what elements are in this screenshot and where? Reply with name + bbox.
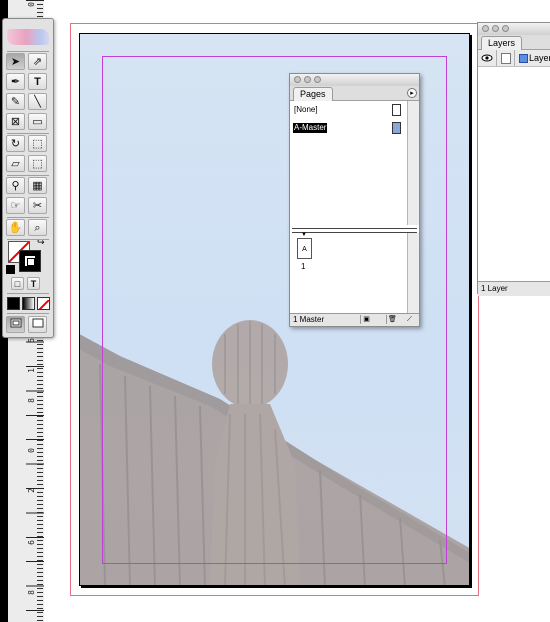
tab-layers[interactable]: Layers: [481, 36, 523, 50]
close-icon[interactable]: [294, 76, 301, 83]
layers-tab-row: Layers: [478, 35, 550, 50]
pages-section: ▼ A 1: [290, 232, 407, 313]
none-master-thumbnail[interactable]: [392, 104, 401, 116]
panel-menu-icon[interactable]: ▸: [407, 88, 417, 98]
ruler-label: 1: [27, 368, 36, 373]
selection-tool-icon[interactable]: ➤: [6, 53, 25, 70]
preview-glyph: [32, 318, 43, 328]
none-master-label[interactable]: [None]: [294, 105, 318, 115]
pages-panel-footer: 1 Master ▣ 🗑 ⟋: [290, 313, 419, 326]
zoom-tool-icon[interactable]: ⌕: [28, 219, 47, 236]
ruler-label: 8: [27, 398, 36, 403]
normal-view-mode-icon[interactable]: [6, 316, 25, 333]
ruler-label: 2: [27, 488, 36, 493]
pen-tool-icon[interactable]: ✒: [6, 73, 25, 90]
scale-tool-icon[interactable]: ⬚: [28, 135, 47, 152]
free-transform-tool-icon[interactable]: ⬚: [28, 155, 47, 172]
minimize-icon[interactable]: [492, 25, 499, 32]
hand-tool-icon[interactable]: ✋: [6, 219, 25, 236]
layers-panel[interactable]: Layers Layer 1 Layer: [477, 22, 550, 296]
layer-color-swatch: [519, 54, 528, 63]
ruler-label: 6: [27, 338, 36, 343]
formatting-container-icon[interactable]: □: [11, 277, 24, 290]
type-tool-icon[interactable]: T: [28, 73, 47, 90]
eyedropper-tool-icon[interactable]: ⚲: [6, 177, 25, 194]
ruler-label: 0: [27, 2, 36, 7]
default-fill-stroke-icon[interactable]: [6, 265, 15, 274]
normal-view-glyph: [10, 318, 21, 328]
ruler-label: 8: [27, 590, 36, 595]
rectangle-tool-icon[interactable]: ▭: [28, 113, 47, 130]
apply-color-button[interactable]: [7, 297, 20, 310]
a-master-label[interactable]: A-Master: [293, 123, 328, 133]
button-tool-icon[interactable]: ☞: [6, 197, 25, 214]
layer-name[interactable]: Layer: [529, 50, 550, 66]
gradient-tool-icon[interactable]: ▦: [28, 177, 47, 194]
tools-separator: [7, 313, 49, 314]
tools-separator: [7, 133, 49, 134]
pencil-tool-icon[interactable]: ✎: [6, 93, 25, 110]
stroke-inner: [24, 255, 36, 267]
lock-toggle[interactable]: [496, 50, 515, 66]
close-icon[interactable]: [482, 25, 489, 32]
pages-tab-row: Pages ▸: [290, 86, 419, 101]
a-master-thumbnail[interactable]: [392, 122, 401, 134]
none-slash-icon: [38, 299, 49, 309]
tools-separator: [7, 293, 49, 294]
page-thumbnail[interactable]: A: [297, 238, 312, 259]
tools-palette[interactable]: ➤ ⇗ ✒ T ✎ ╲ ⊠ ▭ ↻ ⬚ ▱ ⬚ ⚲ ▦ ☞ ✂ ✋ ⌕ ↪ □ …: [2, 18, 54, 338]
delete-page-icon[interactable]: 🗑: [386, 315, 398, 324]
masters-scrollbar[interactable]: [407, 101, 419, 225]
masters-section: [None] A-Master: [290, 101, 407, 225]
indesign-logo: [7, 29, 49, 45]
zoom-icon[interactable]: [314, 76, 321, 83]
scissors-tool-icon[interactable]: ✂: [28, 197, 47, 214]
tools-separator: [7, 175, 49, 176]
ruler-label: 6: [27, 540, 36, 545]
tools-separator: [7, 51, 49, 52]
layers-panel-footer: 1 Layer: [478, 281, 550, 296]
eye-icon[interactable]: [478, 50, 497, 66]
new-page-icon[interactable]: ▣: [360, 315, 372, 324]
ruler-label: 0: [27, 448, 36, 453]
apply-gradient-button[interactable]: [22, 297, 35, 310]
resize-grip-icon[interactable]: ⟋: [404, 315, 415, 324]
rotate-tool-icon[interactable]: ↻: [6, 135, 25, 152]
tab-pages[interactable]: Pages: [293, 87, 333, 101]
preview-mode-icon[interactable]: [28, 316, 47, 333]
rectangle-frame-tool-icon[interactable]: ⊠: [6, 113, 25, 130]
eye-glyph: [481, 54, 493, 62]
tools-separator: [7, 217, 49, 218]
direct-selection-tool-icon[interactable]: ⇗: [28, 53, 47, 70]
minimize-icon[interactable]: [304, 76, 311, 83]
pages-scrollbar[interactable]: [407, 233, 419, 313]
page-number: 1: [301, 262, 306, 271]
formatting-text-icon[interactable]: T: [27, 277, 40, 290]
line-tool-icon[interactable]: ╲: [28, 93, 47, 110]
layers-count-label: 1 Layer: [481, 284, 508, 293]
apply-none-button[interactable]: [37, 297, 50, 310]
zoom-icon[interactable]: [502, 25, 509, 32]
stroke-swatch[interactable]: [19, 250, 41, 272]
shear-tool-icon[interactable]: ▱: [6, 155, 25, 172]
layer-row[interactable]: Layer: [478, 50, 550, 67]
pages-panel[interactable]: Pages ▸ [None] A-Master ▼ A 1 1 Master ▣…: [289, 73, 420, 327]
swap-fill-stroke-icon[interactable]: ↪: [37, 237, 45, 248]
pages-count-label: 1 Master: [293, 315, 325, 324]
